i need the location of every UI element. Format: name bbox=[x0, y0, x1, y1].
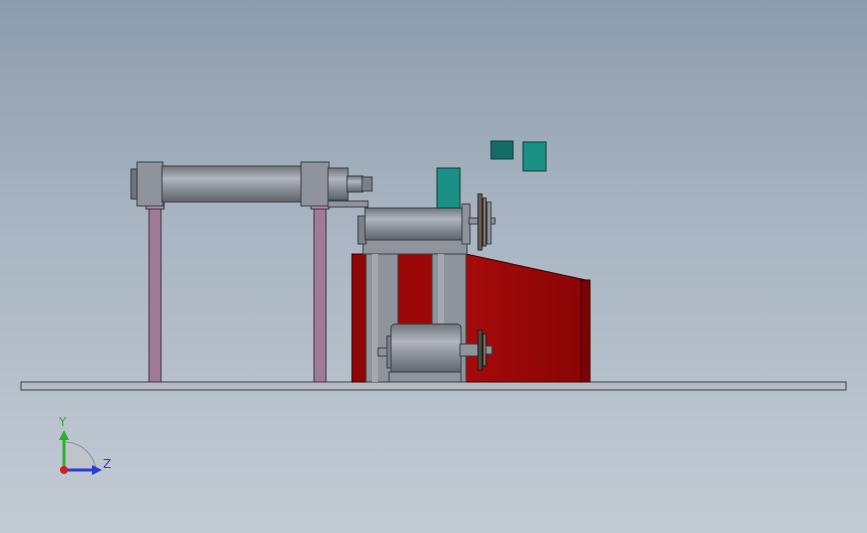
z-axis-label: Z bbox=[103, 457, 111, 471]
upper-cylinder[interactable] bbox=[130, 161, 373, 208]
teal-block-left[interactable] bbox=[436, 167, 461, 209]
triad-plane-arc bbox=[63, 441, 97, 471]
assembly-model-view[interactable]: Y Z bbox=[0, 0, 867, 533]
upper-roller[interactable] bbox=[357, 203, 496, 245]
teal-block-small[interactable] bbox=[490, 140, 514, 160]
right-support-post[interactable] bbox=[310, 196, 330, 383]
teal-block-right[interactable] bbox=[522, 141, 547, 172]
coordinate-triad: Y Z bbox=[58, 415, 111, 475]
base-plate[interactable] bbox=[20, 381, 847, 391]
upper-pulley[interactable] bbox=[477, 193, 492, 251]
left-support-post[interactable] bbox=[145, 196, 165, 383]
graphics-viewport[interactable]: Y Z bbox=[0, 0, 867, 533]
x-axis-origin bbox=[60, 466, 68, 474]
z-axis-arrowhead bbox=[92, 465, 102, 475]
y-axis-arrowhead bbox=[59, 430, 69, 440]
y-axis-label: Y bbox=[58, 415, 67, 429]
